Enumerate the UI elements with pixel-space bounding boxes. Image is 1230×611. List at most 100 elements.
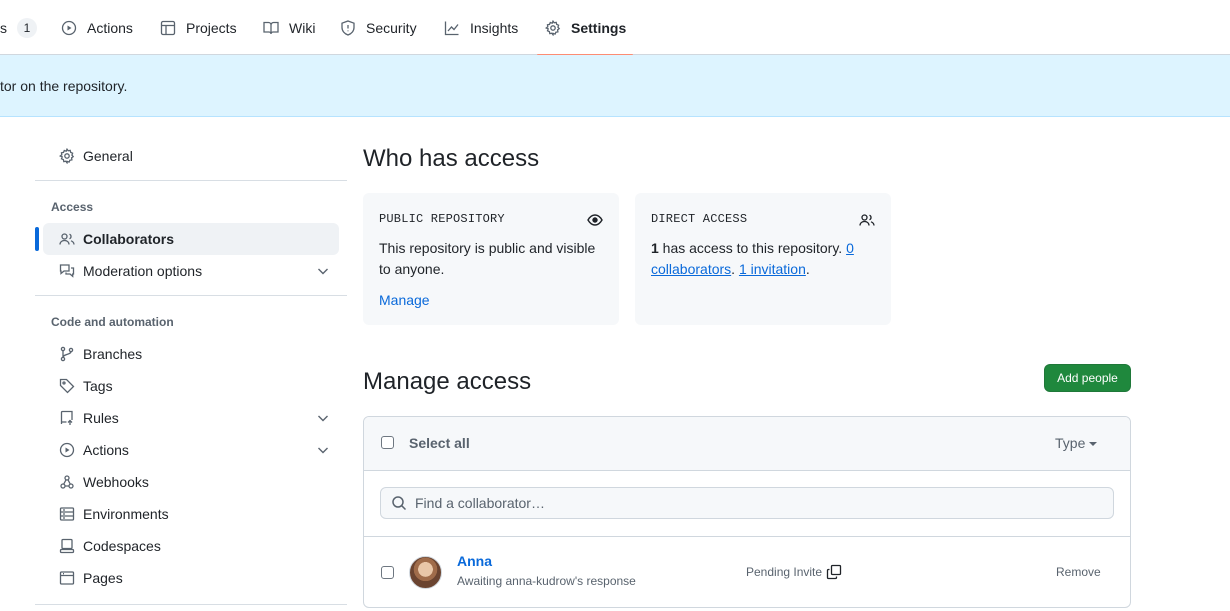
settings-sidebar: General Access Collaborators Moderation … xyxy=(35,140,347,611)
sidebar-item-label: Tags xyxy=(83,378,113,394)
invitation-link[interactable]: 1 invitation xyxy=(739,261,806,277)
type-filter-dropdown[interactable]: Type xyxy=(1055,435,1098,451)
direct-access-card: DIRECT ACCESS 1 has access to this repos… xyxy=(635,193,891,325)
select-all-label[interactable]: Select all xyxy=(409,435,470,451)
sidebar-item-label: Collaborators xyxy=(83,231,175,247)
sidebar-item-label: Webhooks xyxy=(83,474,149,490)
sidebar-item-branches[interactable]: Branches xyxy=(43,338,339,370)
manage-access-heading: Manage access xyxy=(363,368,532,395)
sidebar-item-label: Codespaces xyxy=(83,538,161,554)
sidebar-item-webhooks[interactable]: Webhooks xyxy=(43,466,339,498)
row-checkbox[interactable] xyxy=(381,566,394,579)
tab-label: Insights xyxy=(470,19,519,36)
sidebar-group-code-automation: Code and automation xyxy=(51,315,174,329)
collaborators-box: Select all Type Anna Awaiting anna-kudro… xyxy=(363,416,1131,608)
sidebar-item-moderation[interactable]: Moderation options xyxy=(43,255,339,287)
sidebar-item-label: General xyxy=(83,148,133,164)
book-icon xyxy=(263,20,279,36)
banner-text: tor on the repository. xyxy=(0,77,128,94)
add-people-button[interactable]: Add people xyxy=(1044,364,1131,392)
access-end: . xyxy=(805,261,810,277)
sidebar-item-actions[interactable]: Actions xyxy=(43,434,339,466)
repo-push-icon xyxy=(59,410,75,426)
tab-label: Projects xyxy=(186,19,237,36)
pending-invite: Pending Invite xyxy=(746,564,842,580)
sidebar-item-label: Branches xyxy=(83,346,143,362)
public-repository-text: This repository is public and visible to… xyxy=(379,240,596,277)
collaborator-name-link[interactable]: Anna xyxy=(457,553,492,569)
table-icon xyxy=(160,20,176,36)
sidebar-item-label: Actions xyxy=(83,442,129,458)
webhook-icon xyxy=(59,474,75,490)
sidebar-item-label: Environments xyxy=(83,506,169,522)
graph-icon xyxy=(444,20,460,36)
card-label: DIRECT ACCESS xyxy=(651,209,875,230)
tab-actions[interactable]: Actions xyxy=(53,0,141,55)
tab-wiki[interactable]: Wiki xyxy=(255,0,323,55)
pending-invite-label: Pending Invite xyxy=(746,565,823,579)
select-all-checkbox[interactable] xyxy=(381,436,394,449)
card-label: PUBLIC REPOSITORY xyxy=(379,209,603,230)
access-count: 1 xyxy=(651,240,659,256)
copy-icon[interactable] xyxy=(826,564,842,580)
tag-icon xyxy=(59,378,75,394)
sidebar-item-label: Moderation options xyxy=(83,263,203,279)
chevron-down-icon[interactable] xyxy=(315,410,331,426)
public-repository-card: PUBLIC REPOSITORY This repository is pub… xyxy=(363,193,619,325)
codespaces-icon xyxy=(59,538,75,554)
sidebar-divider xyxy=(35,180,347,181)
chevron-down-icon[interactable] xyxy=(315,442,331,458)
sidebar-item-label: Rules xyxy=(83,410,119,426)
find-collaborator-input[interactable] xyxy=(415,495,1095,511)
tab-pull-requests[interactable]: s 1 xyxy=(0,0,45,55)
sidebar-item-rules[interactable]: Rules xyxy=(43,402,339,434)
tab-label: Settings xyxy=(571,19,627,36)
tab-insights[interactable]: Insights xyxy=(436,0,526,55)
type-filter-label: Type xyxy=(1055,435,1086,451)
people-icon xyxy=(859,212,875,228)
sidebar-item-general[interactable]: General xyxy=(43,140,339,172)
avatar[interactable] xyxy=(409,556,442,589)
direct-access-label: DIRECT ACCESS xyxy=(651,212,748,226)
repo-tab-bar: s 1 Actions Projects Wiki Security Insig… xyxy=(0,0,1230,56)
shield-icon xyxy=(340,19,356,36)
sidebar-item-codespaces[interactable]: Codespaces xyxy=(43,530,339,562)
play-icon xyxy=(61,20,77,36)
find-collaborator-field[interactable] xyxy=(380,487,1114,519)
sidebar-item-tags[interactable]: Tags xyxy=(43,370,339,402)
who-has-access-heading: Who has access xyxy=(363,145,540,172)
tab-projects[interactable]: Projects xyxy=(152,0,245,55)
sidebar-group-access: Access xyxy=(51,200,94,214)
server-icon xyxy=(59,506,75,522)
manage-link[interactable]: Manage xyxy=(379,290,603,311)
eye-icon xyxy=(587,212,603,228)
tab-security[interactable]: Security xyxy=(332,0,425,55)
git-branch-icon xyxy=(59,346,75,362)
collaborator-status-text: Awaiting anna-kudrow's response xyxy=(457,574,636,588)
gear-icon xyxy=(545,19,561,36)
tab-label: Security xyxy=(366,19,417,36)
tab-settings[interactable]: Settings xyxy=(537,0,633,56)
sidebar-item-pages[interactable]: Pages xyxy=(43,562,339,594)
people-icon xyxy=(59,231,75,247)
tab-label: Wiki xyxy=(289,19,316,36)
access-separator: . xyxy=(731,261,739,277)
info-banner: tor on the repository. xyxy=(0,55,1230,117)
collaborators-box-header: Select all Type xyxy=(364,417,1130,471)
browser-icon xyxy=(59,570,75,586)
sidebar-item-environments[interactable]: Environments xyxy=(43,498,339,530)
gear-icon xyxy=(59,148,75,164)
direct-access-text: 1 has access to this repository. 0 colla… xyxy=(651,238,875,280)
remove-button[interactable]: Remove xyxy=(1056,565,1101,579)
collaborator-row: Anna Awaiting anna-kudrow's response Pen… xyxy=(364,537,1130,607)
public-repository-label: PUBLIC REPOSITORY xyxy=(379,212,505,226)
play-icon xyxy=(59,442,75,458)
triangle-down-icon xyxy=(1089,442,1098,446)
sidebar-item-label: Pages xyxy=(83,570,123,586)
sidebar-divider xyxy=(35,604,347,605)
sidebar-item-collaborators[interactable]: Collaborators xyxy=(35,223,339,255)
access-text: has access to this repository. xyxy=(658,240,847,256)
sidebar-divider xyxy=(35,295,347,296)
chevron-down-icon[interactable] xyxy=(315,263,331,279)
tab-label: Actions xyxy=(87,19,133,36)
